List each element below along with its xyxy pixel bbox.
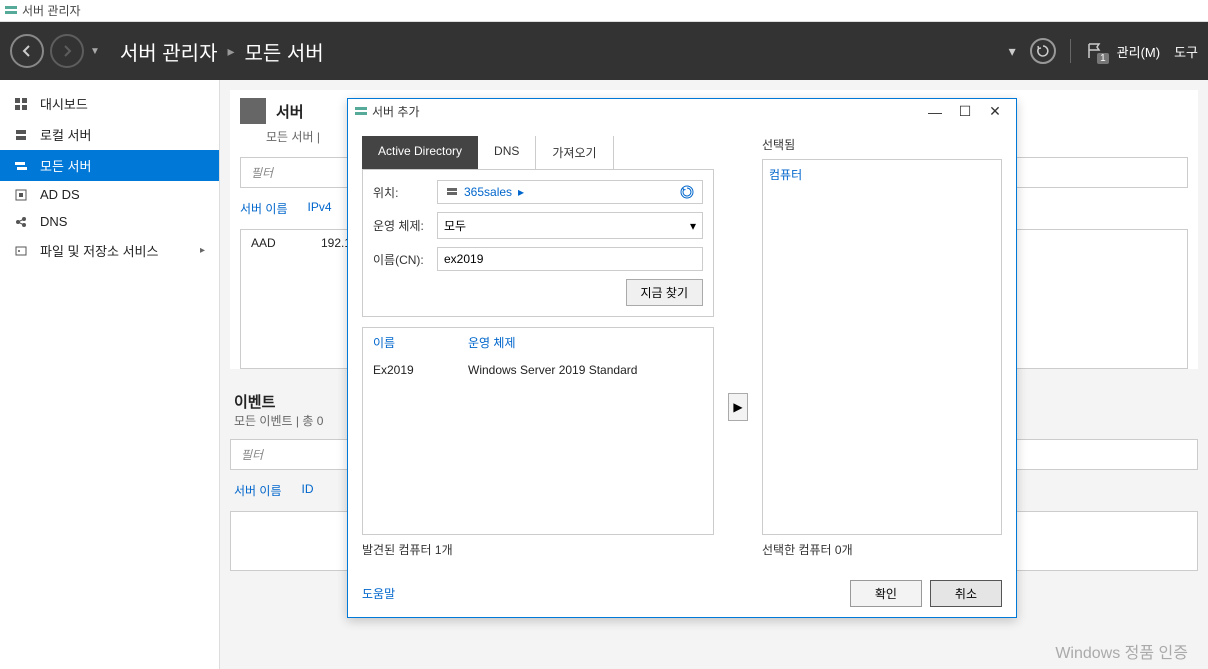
add-to-selection-button[interactable]: ▶ bbox=[728, 393, 748, 421]
sidebar-item-local-server[interactable]: 로컬 서버 bbox=[0, 119, 219, 150]
breadcrumb-separator-icon: ▸ bbox=[227, 43, 234, 60]
name-label: 이름(CN): bbox=[373, 251, 437, 268]
refresh-button[interactable] bbox=[1030, 38, 1056, 64]
forward-button[interactable] bbox=[50, 34, 84, 68]
close-button[interactable]: ✕ bbox=[980, 103, 1010, 120]
sidebar-item-label: DNS bbox=[40, 214, 67, 229]
selected-list[interactable]: 컴퓨터 bbox=[762, 159, 1002, 535]
col-server-name[interactable]: 서버 이름 bbox=[234, 482, 282, 499]
col-id[interactable]: ID bbox=[302, 482, 314, 499]
back-button[interactable] bbox=[10, 34, 44, 68]
adds-icon bbox=[14, 188, 32, 202]
help-link[interactable]: 도움말 bbox=[362, 585, 395, 602]
col-os[interactable]: 운영 체제 bbox=[468, 334, 516, 351]
manage-menu[interactable]: 관리(M) bbox=[1117, 42, 1160, 61]
folder-icon bbox=[446, 186, 458, 198]
sidebar-item-label: AD DS bbox=[40, 187, 80, 202]
location-label: 위치: bbox=[373, 184, 437, 201]
os-select[interactable]: 모두 ▾ bbox=[437, 212, 703, 239]
sidebar-item-dns[interactable]: DNS bbox=[0, 208, 219, 235]
sidebar-item-label: 모든 서버 bbox=[40, 156, 91, 175]
server-name: AAD bbox=[251, 236, 301, 250]
tools-menu[interactable]: 도구 bbox=[1174, 42, 1198, 61]
header: ▼ 서버 관리자 ▸ 모든 서버 ▾ 1 관리(M) 도구 bbox=[0, 22, 1208, 80]
window-title-bar: 서버 관리자 bbox=[0, 0, 1208, 22]
tab-active-directory[interactable]: Active Directory bbox=[362, 136, 478, 169]
breadcrumb: 서버 관리자 ▸ 모든 서버 bbox=[120, 37, 1009, 66]
dialog-tabs: Active Directory DNS 가져오기 bbox=[362, 136, 714, 170]
dialog-title-bar: 서버 추가 — ☐ ✕ bbox=[348, 99, 1016, 124]
result-os: Windows Server 2019 Standard bbox=[468, 363, 637, 377]
sidebar-item-label: 로컬 서버 bbox=[40, 125, 91, 144]
location-picker[interactable]: 365sales ▸ bbox=[437, 180, 703, 204]
location-value: 365sales bbox=[464, 185, 512, 199]
os-value: 모두 bbox=[444, 217, 466, 234]
servers-icon bbox=[14, 159, 32, 173]
selected-count: 선택한 컴퓨터 0개 bbox=[762, 541, 1002, 558]
col-server-name[interactable]: 서버 이름 bbox=[240, 200, 288, 217]
os-label: 운영 체제: bbox=[373, 217, 437, 234]
dialog-title: 서버 추가 bbox=[372, 103, 420, 120]
sidebar-item-label: 대시보드 bbox=[40, 94, 88, 113]
result-name: Ex2019 bbox=[373, 363, 468, 377]
maximize-button[interactable]: ☐ bbox=[950, 103, 980, 120]
location-refresh-icon[interactable] bbox=[680, 185, 694, 199]
breadcrumb-current[interactable]: 모든 서버 bbox=[245, 37, 324, 66]
windows-activation-watermark: Windows 정품 인증 bbox=[1055, 639, 1188, 663]
ok-button[interactable]: 확인 bbox=[850, 580, 922, 607]
sidebar-item-label: 파일 및 저장소 서비스 bbox=[40, 241, 158, 260]
nav-dropdown-icon[interactable]: ▼ bbox=[90, 46, 100, 57]
dialog-icon bbox=[354, 105, 368, 119]
server-icon bbox=[14, 128, 32, 142]
sidebar-item-adds[interactable]: AD DS bbox=[0, 181, 219, 208]
selected-header: 컴퓨터 bbox=[769, 168, 802, 182]
found-count: 발견된 컴퓨터 1개 bbox=[362, 541, 714, 558]
name-input[interactable] bbox=[437, 247, 703, 271]
col-ipv4[interactable]: IPv4 bbox=[308, 200, 332, 217]
cancel-button[interactable]: 취소 bbox=[930, 580, 1002, 607]
sidebar: 대시보드 로컬 서버 모든 서버 AD DS DNS 파일 및 저장소 서비스 … bbox=[0, 80, 220, 669]
storage-icon bbox=[14, 244, 32, 258]
breadcrumb-root[interactable]: 서버 관리자 bbox=[120, 37, 218, 66]
tab-dns[interactable]: DNS bbox=[478, 136, 536, 169]
chevron-down-icon: ▾ bbox=[690, 219, 696, 233]
minimize-button[interactable]: — bbox=[920, 104, 950, 120]
sidebar-item-file-storage[interactable]: 파일 및 저장소 서비스 ▸ bbox=[0, 235, 219, 266]
result-row[interactable]: Ex2019 Windows Server 2019 Standard bbox=[363, 357, 713, 383]
separator bbox=[1070, 39, 1071, 63]
chevron-right-icon: ▸ bbox=[200, 245, 205, 256]
chevron-right-icon: ▸ bbox=[518, 185, 524, 199]
selected-label: 선택됨 bbox=[762, 136, 1002, 153]
sidebar-item-all-servers[interactable]: 모든 서버 bbox=[0, 150, 219, 181]
add-server-dialog: 서버 추가 — ☐ ✕ Active Directory DNS 가져오기 위치… bbox=[347, 98, 1017, 618]
servers-panel-icon bbox=[240, 98, 266, 124]
notifications-flag-icon[interactable]: 1 bbox=[1085, 42, 1103, 60]
dropdown-icon[interactable]: ▾ bbox=[1009, 43, 1016, 60]
app-icon bbox=[4, 4, 18, 18]
col-name[interactable]: 이름 bbox=[373, 334, 468, 351]
results-list: 이름 운영 체제 Ex2019 Windows Server 2019 Stan… bbox=[362, 327, 714, 535]
tab-import[interactable]: 가져오기 bbox=[536, 136, 613, 169]
sidebar-item-dashboard[interactable]: 대시보드 bbox=[0, 88, 219, 119]
servers-panel-title: 서버 bbox=[276, 101, 304, 122]
notifications-count: 1 bbox=[1097, 53, 1109, 64]
dns-icon bbox=[14, 215, 32, 229]
search-now-button[interactable]: 지금 찾기 bbox=[626, 279, 704, 306]
dashboard-icon bbox=[14, 97, 32, 111]
app-title: 서버 관리자 bbox=[22, 2, 81, 19]
